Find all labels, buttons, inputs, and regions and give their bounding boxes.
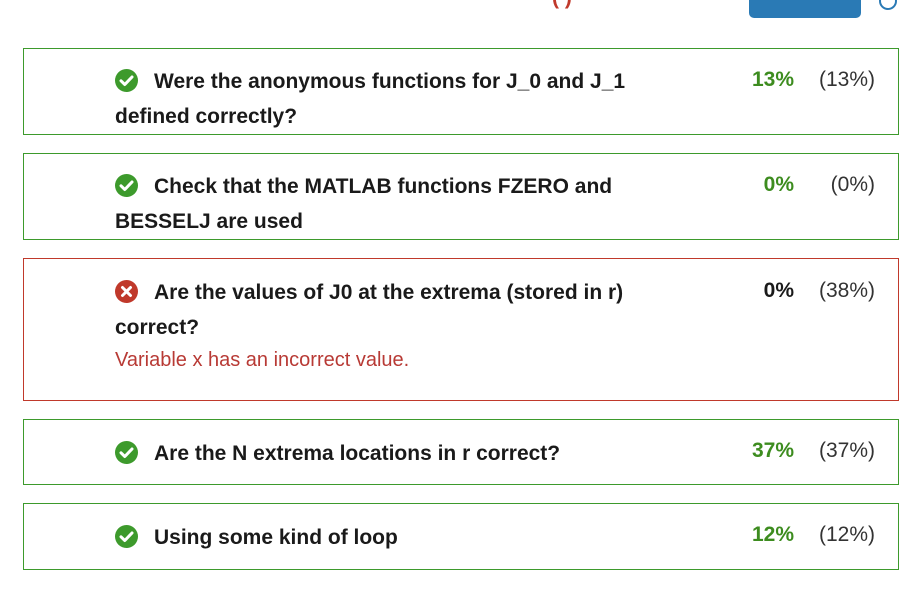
max-percent: (0%): [830, 173, 875, 196]
test-result-card: Using some kind of loop 12% (12%): [23, 503, 899, 570]
score-percent: 0%: [763, 279, 794, 302]
partial-top-text: ( ): [552, 0, 572, 10]
max-percent: (12%): [818, 523, 875, 546]
check-description: Are the N extrema locations in r correct…: [154, 442, 561, 465]
score-percent: 0%: [763, 173, 794, 196]
test-result-card: Check that the MATLAB functions FZERO an…: [23, 153, 899, 240]
test-result-card-failed: Are the values of J0 at the extrema (sto…: [23, 258, 899, 401]
error-message: Variable x has an incorrect value.: [115, 349, 410, 371]
check-description: Using some kind of loop: [154, 526, 398, 549]
check-description: Were the anonymous functions for J_0 and…: [115, 70, 626, 128]
check-description: Check that the MATLAB functions FZERO an…: [115, 175, 613, 233]
test-result-card: Are the N extrema locations in r correct…: [23, 419, 899, 485]
help-icon[interactable]: [879, 0, 897, 10]
score-percent: 12%: [751, 523, 794, 546]
score-percent: 13%: [751, 68, 794, 91]
max-percent: (37%): [818, 439, 875, 462]
max-percent: (13%): [818, 68, 875, 91]
max-percent: (38%): [818, 279, 875, 302]
test-result-card: Were the anonymous functions for J_0 and…: [23, 48, 899, 135]
check-description: Are the values of J0 at the extrema (sto…: [115, 281, 624, 339]
top-action-button[interactable]: [749, 0, 861, 18]
score-percent: 37%: [751, 439, 794, 462]
